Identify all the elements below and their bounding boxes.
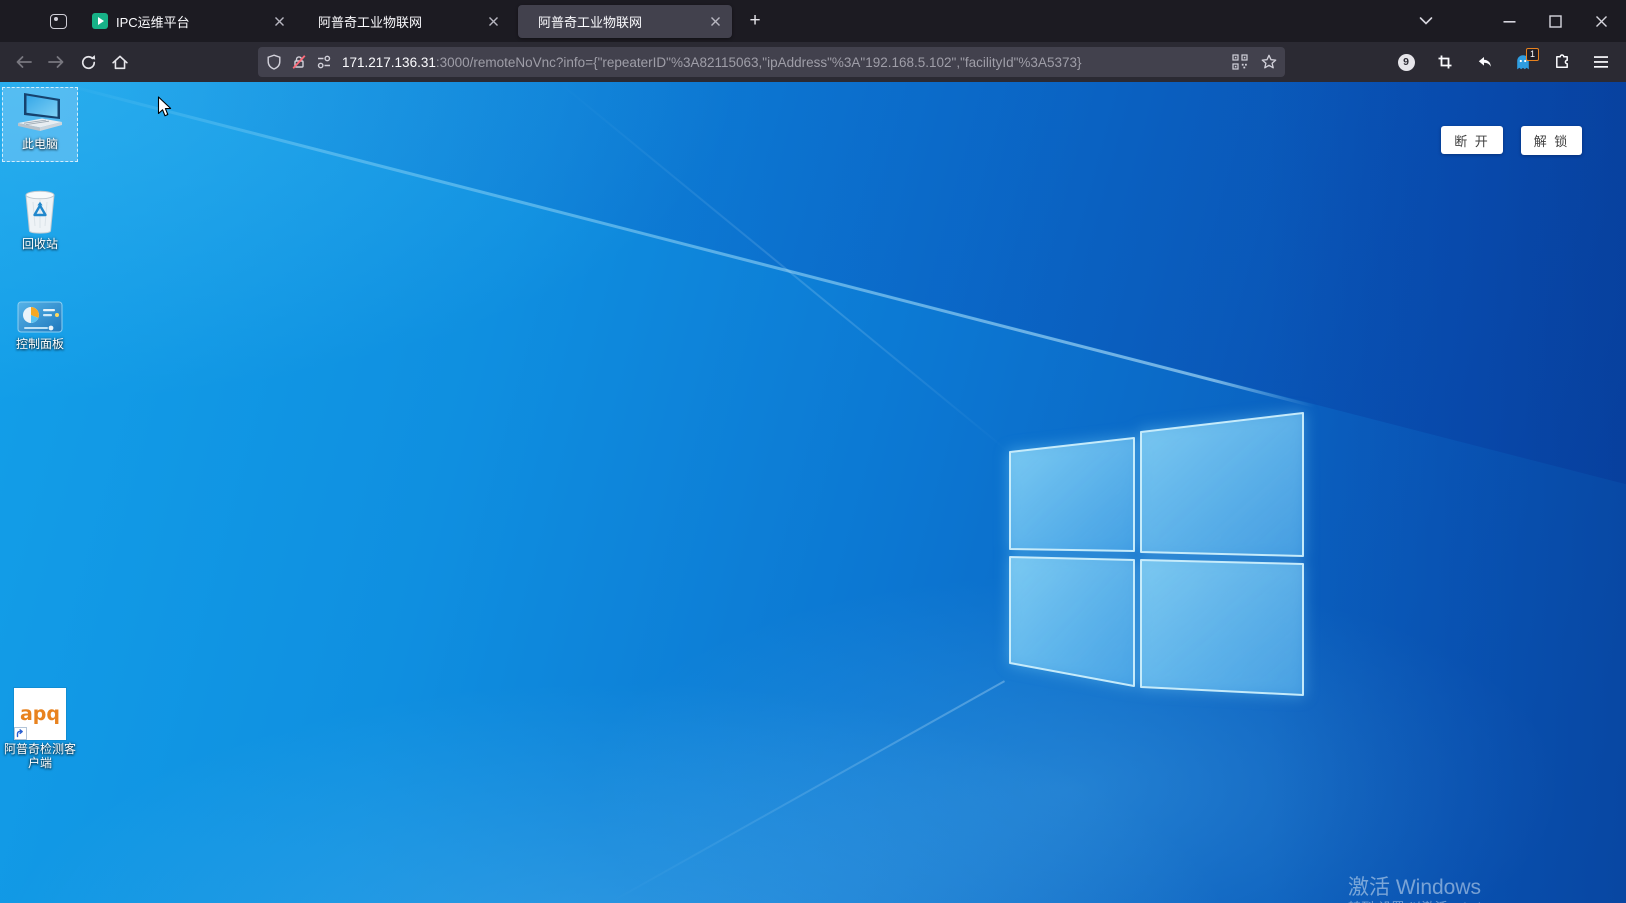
tab-title: 阿普奇工业物联网 bbox=[538, 12, 700, 31]
screenshot-button[interactable] bbox=[1434, 49, 1456, 75]
minimize-button[interactable] bbox=[1494, 0, 1524, 42]
control-panel-icon bbox=[17, 301, 63, 335]
desktop-icon-label: 回收站 bbox=[22, 237, 58, 251]
mouse-cursor bbox=[157, 96, 173, 118]
blue-extension-button[interactable]: 1 bbox=[1512, 49, 1534, 75]
new-tab-button[interactable]: + bbox=[742, 8, 768, 34]
home-icon bbox=[111, 54, 129, 71]
tab-strip: IPC运维平台 阿普奇工业物联网 阿普奇工业物联网 + bbox=[0, 0, 1626, 42]
windows-logo bbox=[1005, 407, 1305, 702]
counter-badge: 9 bbox=[1398, 54, 1415, 71]
permissions-toggle-icon[interactable] bbox=[316, 54, 332, 70]
navigation-toolbar: 171.217.136.31:3000/remoteNoVnc?info={"r… bbox=[0, 42, 1626, 82]
unlock-button[interactable]: 解 锁 bbox=[1521, 126, 1582, 155]
disconnect-button[interactable]: 断 开 bbox=[1441, 126, 1503, 154]
insecure-lock-icon[interactable] bbox=[291, 54, 307, 70]
computer-icon bbox=[16, 91, 64, 135]
url-path: :3000/remoteNoVnc?info={"repeaterID"%3A8… bbox=[436, 55, 1082, 70]
firefox-view-icon bbox=[50, 14, 67, 29]
apq-client-icon: apq bbox=[14, 688, 66, 740]
hamburger-menu-icon bbox=[1593, 55, 1609, 69]
tab-title: 阿普奇工业物联网 bbox=[318, 12, 478, 31]
undo-extension-button[interactable] bbox=[1473, 49, 1495, 75]
extension-badge: 1 bbox=[1526, 48, 1539, 61]
extensions-button[interactable] bbox=[1551, 49, 1573, 75]
home-button[interactable] bbox=[104, 47, 136, 77]
wallpaper-right-shade bbox=[0, 82, 1626, 903]
url-text: 171.217.136.31:3000/remoteNoVnc?info={"r… bbox=[342, 55, 1224, 70]
shortcut-arrow-icon bbox=[14, 727, 27, 740]
close-window-button[interactable] bbox=[1586, 0, 1616, 42]
desktop-icon-label: 控制面板 bbox=[16, 337, 64, 351]
tab-close-icon[interactable] bbox=[706, 12, 724, 30]
close-icon bbox=[1595, 15, 1608, 28]
maximize-icon bbox=[1549, 15, 1562, 28]
url-bar[interactable]: 171.217.136.31:3000/remoteNoVnc?info={"r… bbox=[258, 47, 1285, 77]
counter-extension-button[interactable]: 9 bbox=[1395, 49, 1417, 75]
reload-button[interactable] bbox=[72, 47, 104, 77]
bookmark-star-icon[interactable] bbox=[1261, 54, 1277, 70]
desktop-icon-apq-client[interactable]: apq 阿普奇检测客 户端 bbox=[2, 682, 78, 778]
tab-ipc-platform[interactable]: IPC运维平台 bbox=[84, 5, 296, 38]
remote-desktop-viewport[interactable]: 此电脑 回收站 bbox=[0, 82, 1626, 903]
app-menu-button[interactable] bbox=[1590, 49, 1612, 75]
chevron-down-icon bbox=[1418, 14, 1434, 28]
reload-icon bbox=[80, 54, 97, 71]
tab-close-icon[interactable] bbox=[270, 12, 288, 30]
tab-apuqi-iot-1[interactable]: 阿普奇工业物联网 bbox=[298, 5, 510, 38]
tab-close-icon[interactable] bbox=[484, 12, 502, 30]
shield-icon[interactable] bbox=[266, 54, 282, 70]
puzzle-piece-icon bbox=[1554, 54, 1570, 70]
forward-button[interactable] bbox=[40, 47, 72, 77]
minimize-icon bbox=[1503, 15, 1516, 28]
desktop-icon-recycle-bin[interactable]: 回收站 bbox=[2, 185, 78, 263]
tab-apuqi-iot-2-active[interactable]: 阿普奇工业物联网 bbox=[518, 5, 732, 38]
apq-logo-text: apq bbox=[20, 703, 60, 725]
browser-window: IPC运维平台 阿普奇工业物联网 阿普奇工业物联网 + bbox=[0, 0, 1626, 903]
list-all-tabs-button[interactable] bbox=[1411, 0, 1441, 42]
desktop-icon-control-panel[interactable]: 控制面板 bbox=[2, 287, 78, 362]
recycle-bin-icon bbox=[18, 185, 62, 235]
qr-code-icon[interactable] bbox=[1232, 54, 1248, 70]
maximize-button[interactable] bbox=[1540, 0, 1570, 42]
desktop-icon-this-pc[interactable]: 此电脑 bbox=[2, 87, 78, 162]
tab-title: IPC运维平台 bbox=[116, 12, 264, 31]
desktop-icon-label: 此电脑 bbox=[22, 137, 58, 151]
url-domain: 171.217.136.31 bbox=[342, 55, 436, 70]
desktop-icon-label: 阿普奇检测客 bbox=[4, 742, 76, 756]
undo-arrow-icon bbox=[1476, 54, 1493, 70]
tab-favicon-green-play-icon bbox=[92, 13, 108, 29]
forward-arrow-icon bbox=[47, 55, 65, 69]
firefox-view-button[interactable] bbox=[46, 7, 70, 35]
back-button[interactable] bbox=[8, 47, 40, 77]
crop-icon bbox=[1437, 54, 1453, 70]
desktop-icon-label: 户端 bbox=[28, 756, 52, 770]
back-arrow-icon bbox=[15, 55, 33, 69]
